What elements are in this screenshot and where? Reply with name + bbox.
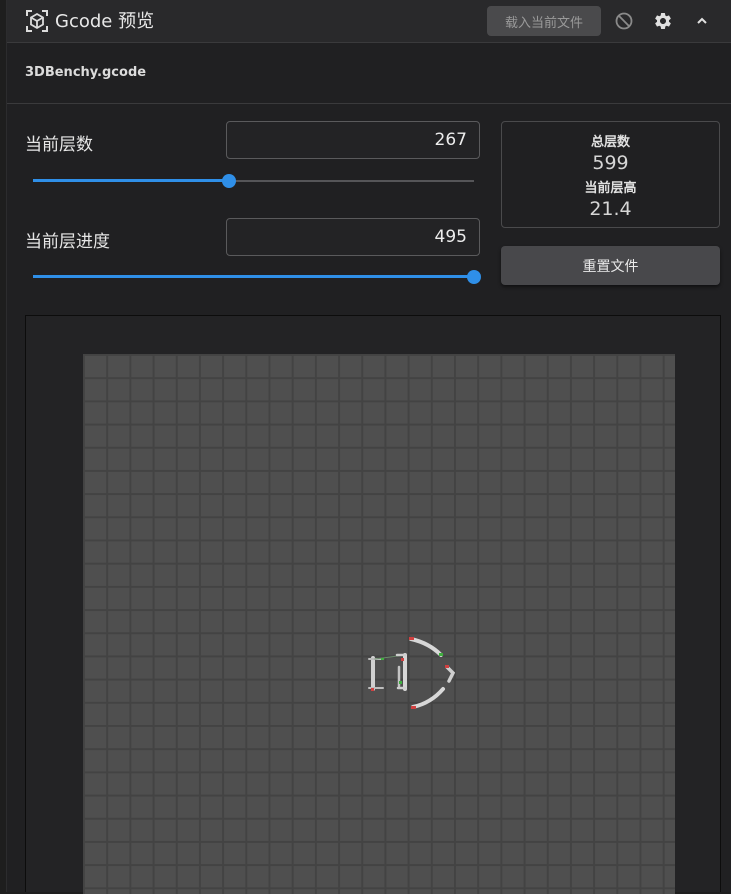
total-layers-value: 599 [592,152,629,174]
gcode-preview-canvas[interactable] [25,315,721,894]
gcode-layer-toolpath [368,637,456,709]
layer-height-value: 21.4 [589,198,632,220]
gear-icon[interactable] [651,9,675,33]
total-layers-label: 总层数 [590,135,630,150]
current-layer-slider[interactable] [33,174,474,188]
load-current-file-button[interactable]: 载入当前文件 [487,6,601,36]
current-layer-label: 当前层数 [25,135,93,155]
build-plate-grid [83,354,675,894]
layer-progress-slider[interactable] [33,270,481,284]
layer-progress-input[interactable]: 495 [226,218,480,256]
slider-fill [33,275,474,278]
layer-height-label: 当前层高 [584,181,637,196]
disable-icon[interactable] [612,9,636,33]
panel-header: Gcode 预览 载入当前文件 [7,0,731,43]
slider-thumb[interactable] [467,270,481,284]
stats-box: 总层数 599 当前层高 21.4 [501,121,720,228]
layer-progress-label: 当前层进度 [25,232,110,252]
current-layer-input[interactable]: 267 [226,121,480,159]
file-name: 3DBenchy.gcode [25,65,147,80]
gcode-preview-panel: Gcode 预览 载入当前文件 3DBenchy.gcode 当前层数 267 … [6,0,731,894]
chevron-up-icon[interactable] [690,9,714,33]
file-bar: 3DBenchy.gcode [7,43,731,104]
reset-file-button[interactable]: 重置文件 [501,246,720,285]
slider-fill [33,179,229,182]
panel-title: Gcode 预览 [55,11,155,32]
cube-logo-icon [25,9,49,33]
slider-thumb[interactable] [222,174,236,188]
